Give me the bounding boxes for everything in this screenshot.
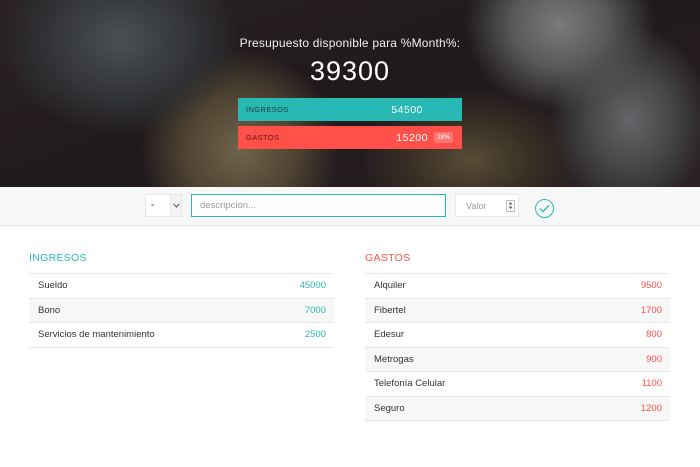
add-button[interactable] xyxy=(535,199,554,218)
income-row[interactable]: Sueldo 45000 xyxy=(29,274,334,299)
income-list-title: Ingresos xyxy=(29,252,87,264)
available-budget-value: 39300 xyxy=(309,56,391,86)
expense-item-name: Fibertel xyxy=(374,304,406,316)
expense-row[interactable]: Seguro 1200 xyxy=(365,396,670,421)
value-field[interactable] xyxy=(455,194,519,217)
expense-row[interactable]: Metrogas 900 xyxy=(365,347,670,372)
expense-item-name: Metrogas xyxy=(374,353,414,365)
income-row[interactable]: Bono 7000 xyxy=(29,298,334,323)
expense-percentage-badge: 28% xyxy=(433,132,453,143)
income-summary-label: Ingresos xyxy=(246,105,289,114)
number-spinner-icon[interactable] xyxy=(506,199,515,212)
income-item-name: Sueldo xyxy=(38,280,68,292)
expense-item-name: Alquiler xyxy=(374,280,406,292)
expense-row[interactable]: Alquiler 9500 xyxy=(365,274,670,299)
add-item-bar: - xyxy=(0,187,700,226)
expense-item-value: 900 xyxy=(646,353,662,365)
type-select-value: - xyxy=(151,200,155,211)
expense-summary-value: 15200 xyxy=(396,131,428,144)
chevron-down-icon[interactable] xyxy=(170,195,181,216)
type-select[interactable]: - xyxy=(145,194,182,217)
value-input[interactable] xyxy=(466,200,506,211)
expense-item-value: 1700 xyxy=(640,304,662,316)
budget-title: Presupuesto disponible para %Month%: xyxy=(239,36,461,50)
description-input[interactable] xyxy=(191,194,446,217)
expense-item-value: 1100 xyxy=(641,378,662,390)
expense-item-name: Seguro xyxy=(374,402,405,414)
expense-item-value: 800 xyxy=(646,329,662,341)
expense-list: Gastos Alquiler 9500 Fibertel 1700 Edesu… xyxy=(365,252,670,421)
income-item-name: Servicios de mantenimiento xyxy=(38,329,155,341)
expense-item-name: Telefonía Celular xyxy=(374,378,446,390)
expense-row[interactable]: Telefonía Celular 1100 xyxy=(365,372,670,397)
income-item-value: 7000 xyxy=(304,304,326,316)
expense-summary: Gastos 15200 28% xyxy=(238,126,462,149)
hero-background: Presupuesto disponible para %Month%: 393… xyxy=(0,0,700,187)
income-list: Ingresos Sueldo 45000 Bono 7000 Servicio… xyxy=(29,252,334,348)
expense-row[interactable]: Fibertel 1700 xyxy=(365,298,670,323)
expense-summary-label: Gastos xyxy=(246,133,280,142)
income-item-name: Bono xyxy=(38,304,61,316)
income-row[interactable]: Servicios de mantenimiento 2500 xyxy=(29,323,334,348)
checkmark-icon xyxy=(539,204,550,213)
income-summary: Ingresos 54500 xyxy=(238,98,462,121)
expense-list-title: Gastos xyxy=(365,252,411,264)
income-item-value: 45000 xyxy=(299,280,326,292)
expense-item-value: 9500 xyxy=(640,280,662,292)
income-item-value: 2500 xyxy=(304,329,326,341)
expense-row[interactable]: Edesur 800 xyxy=(365,323,670,348)
expense-item-name: Edesur xyxy=(374,329,405,341)
income-summary-value: 54500 xyxy=(391,103,423,116)
expense-item-value: 1200 xyxy=(640,402,662,414)
